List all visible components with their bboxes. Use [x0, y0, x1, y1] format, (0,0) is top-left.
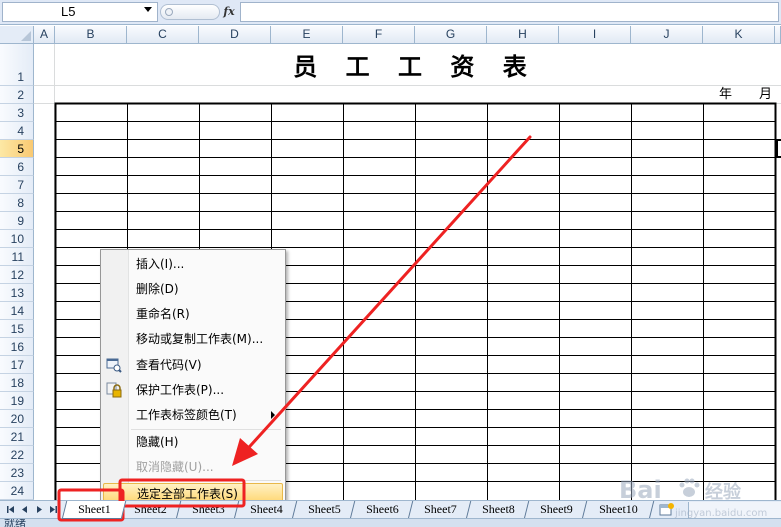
tab-label: Sheet2 — [133, 502, 167, 516]
tab-label: Sheet6 — [365, 502, 399, 516]
tab-sheet1[interactable]: Sheet1 — [61, 501, 127, 519]
formula-cancel-enter-group[interactable] — [160, 4, 220, 20]
tab-label: Sheet4 — [249, 502, 283, 516]
menu-item-view-code-label: 查看代码(V) — [136, 358, 202, 372]
baidu-jingyan-watermark: Bai 经验 jingyan.baidu.com — [619, 476, 767, 519]
tab-sheet9[interactable]: Sheet9 — [523, 501, 589, 519]
first-sheet-icon[interactable] — [4, 503, 18, 516]
submenu-arrow-icon — [271, 411, 275, 419]
svg-text:经验: 经验 — [705, 481, 742, 503]
formula-controls: fx — [160, 2, 238, 22]
tab-label: Sheet1 — [77, 502, 111, 516]
name-box-dropdown-icon[interactable] — [144, 7, 152, 12]
tab-sheet3[interactable]: Sheet3 — [175, 501, 241, 519]
name-box[interactable]: L5 — [2, 2, 158, 22]
tab-label: Sheet8 — [481, 502, 515, 516]
cancel-icon[interactable] — [165, 8, 173, 16]
sheet-tab-context-menu: 插入(I)... 删除(D) 重命名(R) 移动或复制工作表(M)... 查看代… — [100, 249, 286, 509]
tab-sheet5[interactable]: Sheet5 — [291, 501, 357, 519]
menu-item-delete[interactable]: 删除(D) — [103, 278, 283, 300]
formula-bar: L5 fx — [0, 0, 781, 25]
svg-text:Bai: Bai — [619, 476, 662, 504]
tab-label: Sheet9 — [539, 502, 573, 516]
last-sheet-icon[interactable] — [46, 503, 60, 516]
menu-separator — [131, 429, 281, 430]
tab-sheet6[interactable]: Sheet6 — [349, 501, 415, 519]
svg-text:jingyan.baidu.com: jingyan.baidu.com — [674, 508, 767, 519]
tab-sheet2[interactable]: Sheet2 — [117, 501, 183, 519]
menu-item-protect-sheet-label: 保护工作表(P)... — [136, 383, 225, 397]
menu-item-unhide: 取消隐藏(U)... — [136, 460, 214, 474]
menu-item-insert[interactable]: 插入(I)... — [103, 253, 283, 275]
view-code-icon — [106, 358, 122, 373]
menu-item-hide[interactable]: 隐藏(H) — [103, 431, 283, 453]
formula-input[interactable] — [240, 2, 779, 22]
active-cell-indicator — [776, 139, 781, 158]
tab-label: Sheet5 — [307, 502, 341, 516]
status-text: 就绪 — [4, 518, 26, 527]
prev-sheet-icon[interactable] — [18, 503, 32, 516]
tab-label: Sheet7 — [423, 502, 457, 516]
menu-item-move-copy[interactable]: 移动或复制工作表(M)... — [103, 328, 283, 350]
next-sheet-icon[interactable] — [32, 503, 46, 516]
insert-function-icon[interactable]: fx — [220, 3, 238, 21]
lock-icon — [106, 382, 122, 398]
tab-label: Sheet3 — [191, 502, 225, 516]
tab-sheet8[interactable]: Sheet8 — [465, 501, 531, 519]
tab-sheet7[interactable]: Sheet7 — [407, 501, 473, 519]
menu-separator — [131, 480, 281, 481]
menu-item-rename[interactable]: 重命名(R) — [103, 303, 283, 325]
menu-item-tab-color[interactable]: 工作表标签颜色(T) — [103, 404, 283, 426]
tab-sheet4[interactable]: Sheet4 — [233, 501, 299, 519]
menu-item-protect-sheet[interactable]: 保护工作表(P)... — [103, 379, 283, 401]
menu-item-view-code[interactable]: 查看代码(V) — [103, 354, 283, 376]
menu-item-tab-color-label: 工作表标签颜色(T) — [136, 408, 237, 422]
